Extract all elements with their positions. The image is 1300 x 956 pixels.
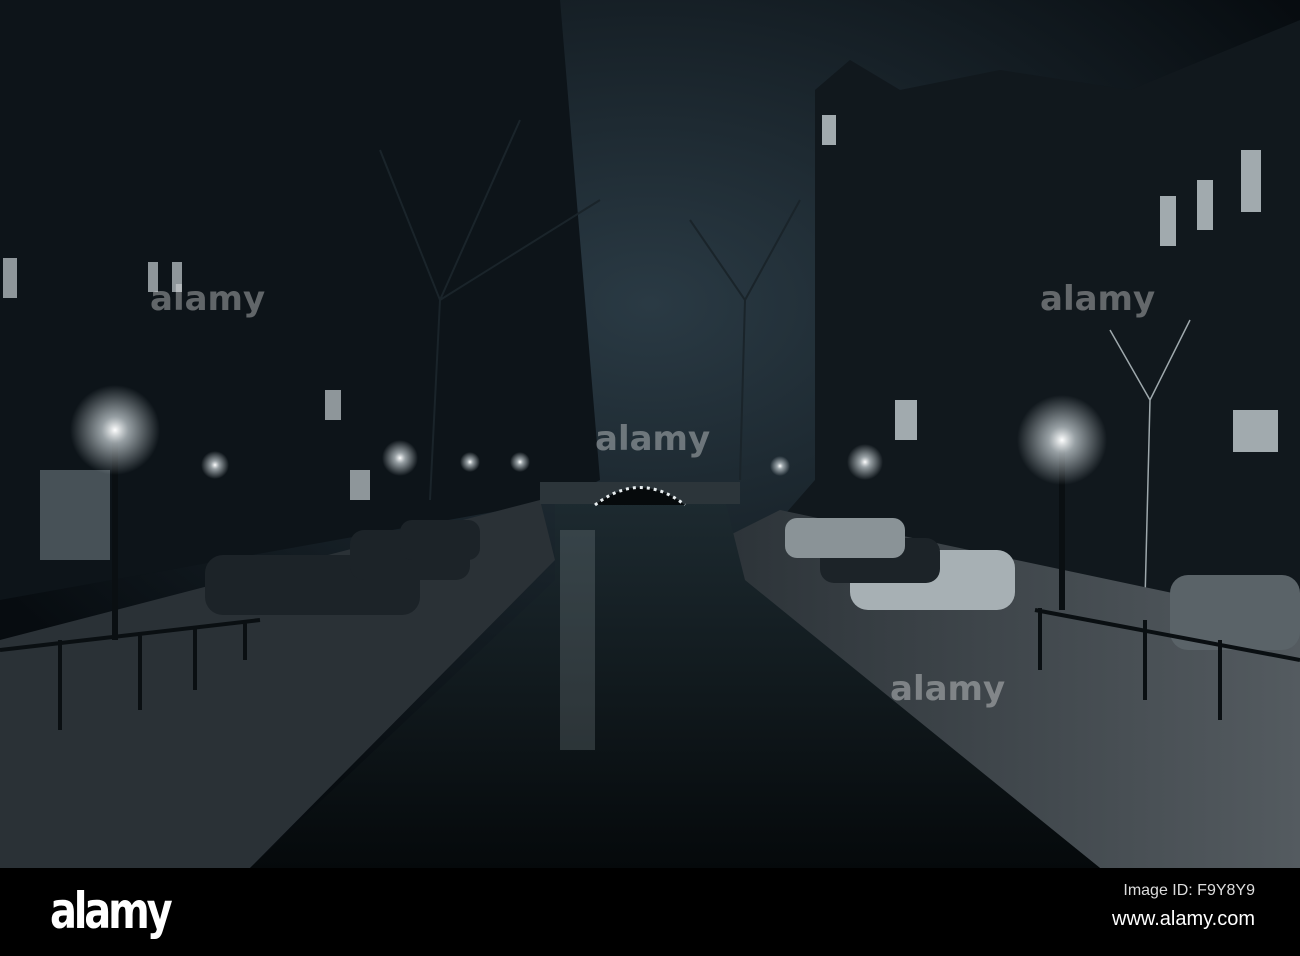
image-id: Image ID: F9Y8Y9 [1123, 882, 1255, 899]
svg-text:alamy: alamy [1040, 279, 1155, 319]
svg-text:alamy: alamy [595, 419, 710, 459]
canal-night-photo: alamy alamy alamy alamy [0, 0, 1300, 868]
bridge [540, 482, 740, 507]
alamy-logo[interactable]: alamy [50, 882, 173, 940]
svg-text:alamy: alamy [890, 669, 1005, 709]
site-link[interactable]: www.alamy.com [1112, 908, 1255, 931]
svg-text:alamy: alamy [150, 279, 265, 319]
footer-bar: alamy Image ID: F9Y8Y9 www.alamy.com [0, 868, 1300, 956]
